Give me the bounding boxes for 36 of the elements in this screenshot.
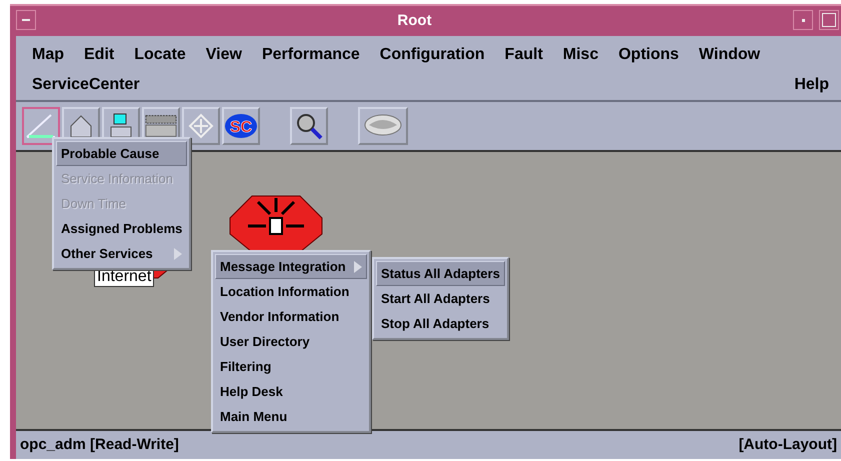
arrows-icon [186,111,216,141]
globe-logo-icon: SC [224,112,258,140]
menu-item[interactable]: Help Desk [215,379,367,404]
menu-bar-item[interactable]: Map [32,46,64,64]
menu-item[interactable]: Message Integration [215,254,367,279]
menu-item[interactable]: Start All Adapters [376,286,505,311]
menu-bar-item[interactable]: Edit [84,46,114,64]
window-menu-button[interactable] [16,10,36,30]
menu-item[interactable]: Filtering [215,354,367,379]
maximize-button[interactable] [819,10,839,30]
menu-item[interactable]: Status All Adapters [376,261,505,286]
menu-item[interactable]: Assigned Problems [56,216,188,241]
menu-item[interactable]: Probable Cause [56,141,188,166]
submenu-arrow-icon [354,260,362,272]
menu-item[interactable]: Stop All Adapters [376,311,505,336]
menu-bar-item[interactable]: Window [698,46,760,64]
menu-bar-item[interactable]: Locate [134,46,186,64]
submenu-arrow-icon [174,248,182,260]
menu-bar-item[interactable]: Help [794,76,829,94]
menu-item[interactable]: Vendor Information [215,304,367,329]
menu-bar-item[interactable]: Configuration [380,46,485,64]
menu-bar-item[interactable]: Fault [504,46,543,64]
magnifier-icon [294,111,324,141]
menu-bar-item[interactable]: View [206,46,242,64]
window-title: Root [396,12,433,28]
menu-item[interactable]: User Directory [215,329,367,354]
status-text: [Auto-Layout] [738,436,837,453]
menu-bar-item[interactable]: Performance [262,46,360,64]
menu-item[interactable]: Main Menu [215,404,367,429]
menu-item[interactable]: Other Services [56,241,188,266]
menu-bar-item[interactable]: Options [618,46,679,64]
minimize-button[interactable] [793,10,813,30]
status-text: opc_adm [Read-Write] [20,436,179,453]
menu-bar-item[interactable]: Misc [562,46,598,64]
menu-bar-item[interactable]: ServiceCenter [32,76,140,94]
menu-item[interactable]: Location Information [215,279,367,304]
